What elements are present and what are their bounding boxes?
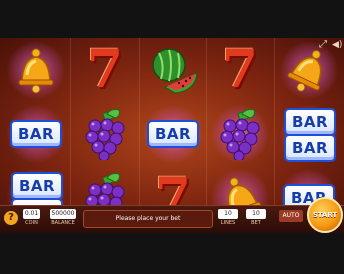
symbol-double-bar: BAR BAR xyxy=(275,102,343,166)
symbol-watermelon xyxy=(139,38,207,102)
seven-glyph: 7 xyxy=(86,39,124,100)
symbol-bell xyxy=(2,38,70,102)
start-button[interactable]: START xyxy=(307,197,343,233)
bar-symbol-label: BAR xyxy=(10,120,62,148)
speaker-icon[interactable]: ◀) xyxy=(332,40,342,50)
symbol-seven: 7 xyxy=(206,38,274,102)
balance-value: 500000 xyxy=(50,209,76,219)
bet-label: BET xyxy=(251,220,261,226)
help-button[interactable]: ? xyxy=(4,211,18,225)
bar-symbol-label: BAR xyxy=(284,134,336,162)
symbol-grapes xyxy=(206,102,274,166)
bet-value[interactable]: 10 xyxy=(246,209,266,219)
bar-symbol-label: BAR xyxy=(284,108,336,136)
bar-symbol-label: BAR xyxy=(11,172,63,200)
symbol-grapes xyxy=(71,102,139,166)
coin-value[interactable]: 0.01 xyxy=(23,209,40,219)
slot-machine-frame: BAR BAR BAR 7 xyxy=(0,0,344,274)
symbol-bar: BAR xyxy=(139,102,207,166)
symbol-seven: 7 xyxy=(71,38,139,102)
auto-button[interactable]: AUTO xyxy=(279,210,303,222)
coin-label: COIN xyxy=(25,220,38,226)
lines-value[interactable]: 10 xyxy=(218,209,238,219)
reels-area: BAR BAR BAR 7 xyxy=(0,38,344,232)
lines-label: LINES xyxy=(220,220,236,226)
seven-glyph: 7 xyxy=(221,39,259,100)
balance-label: BALANCE xyxy=(51,220,75,226)
bar-symbol-label: BAR xyxy=(147,120,199,148)
symbol-bar: BAR xyxy=(2,102,70,166)
fullscreen-icon[interactable]: ⤢ xyxy=(318,40,328,50)
status-message: Please place your bet xyxy=(83,210,213,228)
